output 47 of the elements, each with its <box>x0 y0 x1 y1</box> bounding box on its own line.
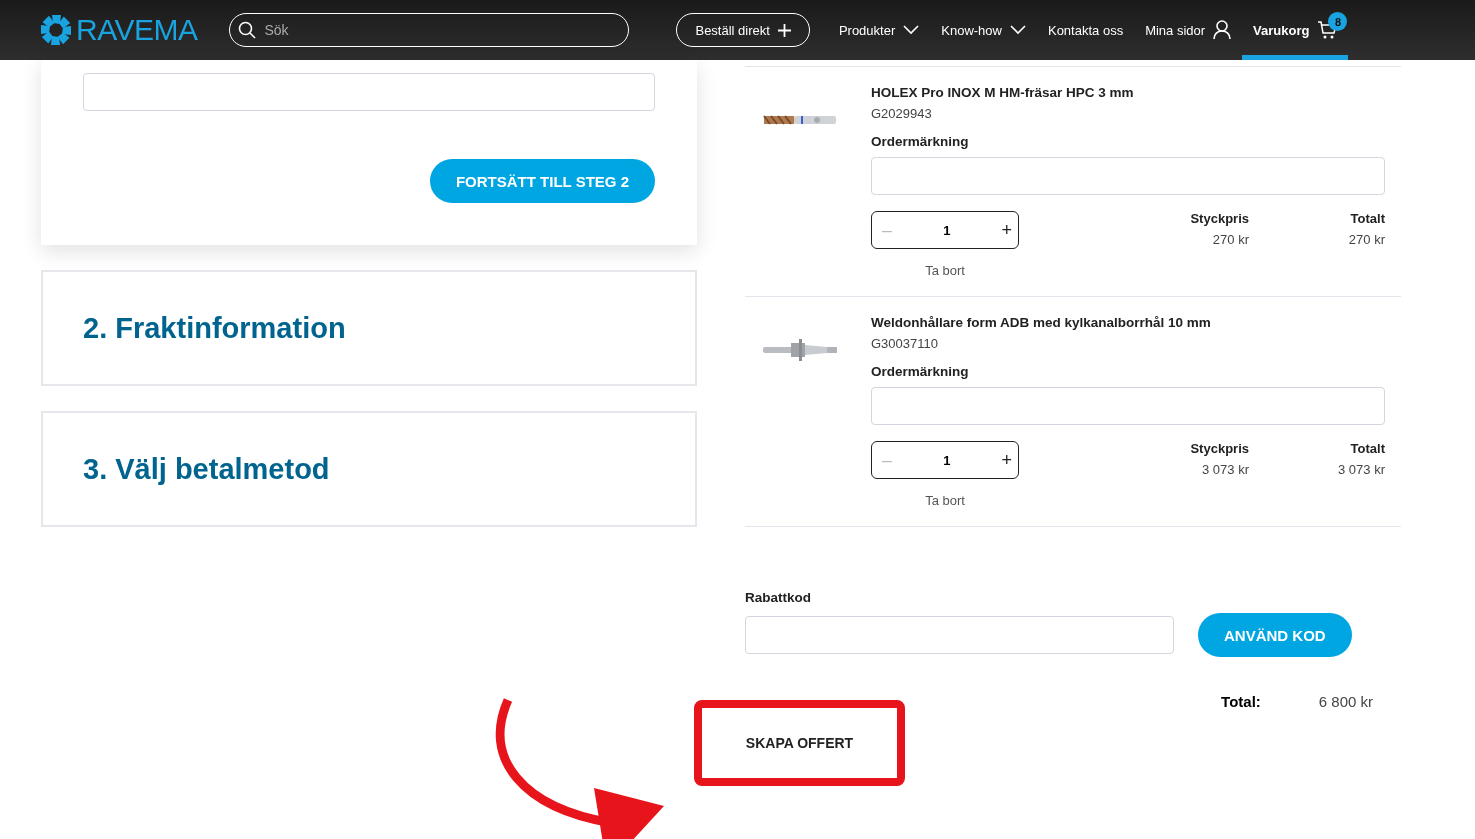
field-label: Rabattkod <box>745 590 812 605</box>
chevron-down-icon <box>1009 25 1026 35</box>
column-label: Totalt <box>1350 441 1385 456</box>
unit-price: 3 073 kr <box>1202 462 1249 477</box>
product-sku: G2029943 <box>871 106 933 121</box>
input-field[interactable] <box>83 73 655 111</box>
product-name: Weldonhållare form ADB med kylkanalborrhål 10 mm <box>871 315 1212 330</box>
quantity-stepper[interactable]: – 1 + <box>871 441 1019 479</box>
logo-text[interactable]: RAVEMA <box>76 13 198 47</box>
column-label: Styckpris <box>1190 211 1249 226</box>
nav-link[interactable]: Know-how <box>930 0 1037 60</box>
step-card[interactable]: 3. Välj betalmetod <box>41 411 697 527</box>
plus-button[interactable]: + <box>1001 449 1012 471</box>
quantity-stepper[interactable]: – 1 + <box>871 211 1019 249</box>
unit-price: 270 kr <box>1212 232 1249 247</box>
field-label: Ordermärkning <box>871 364 970 379</box>
step-card[interactable]: 2. Fraktinformation <box>41 270 697 386</box>
remove-link[interactable]: Ta bort <box>871 493 1019 508</box>
nav-link[interactable]: Varukorg 8 <box>1242 0 1349 60</box>
plus-icon <box>777 23 791 37</box>
user-icon <box>1213 20 1232 40</box>
quantity-value: 1 <box>943 452 951 468</box>
logo-icon <box>40 14 72 46</box>
quantity-value: 1 <box>943 222 951 238</box>
plus-button[interactable]: + <box>1001 219 1012 241</box>
field-label: Ordermärkning <box>871 134 970 149</box>
search-field[interactable]: Sök <box>229 13 630 47</box>
search-icon <box>238 21 257 39</box>
nav-link[interactable]: Kontakta oss <box>1036 0 1135 60</box>
cart-count: 8 <box>1328 12 1348 31</box>
order-marking-field[interactable] <box>871 157 1385 195</box>
total-label: Total: <box>1221 693 1261 710</box>
total-value: 6 800 kr <box>1318 693 1373 710</box>
column-label: Styckpris <box>1190 441 1249 456</box>
column-label: Totalt <box>1350 211 1385 226</box>
line-total: 270 kr <box>1348 232 1385 247</box>
discount-code-field[interactable] <box>745 616 1174 654</box>
remove-link[interactable]: Ta bort <box>871 263 1019 278</box>
step-title: 3. Välj betalmetod <box>83 452 330 486</box>
order-marking-field[interactable] <box>871 387 1385 425</box>
step-title: 2. Fraktinformation <box>83 311 346 345</box>
product-name: HOLEX Pro INOX M HM-fräsar HPC 3 mm <box>871 85 1135 100</box>
line-total: 3 073 kr <box>1338 462 1385 477</box>
chevron-down-icon <box>903 25 920 35</box>
product-sku: G30037110 <box>871 336 939 351</box>
nav-link[interactable]: Mina sidor <box>1134 0 1243 60</box>
nav-link[interactable]: Produkter <box>827 0 931 60</box>
